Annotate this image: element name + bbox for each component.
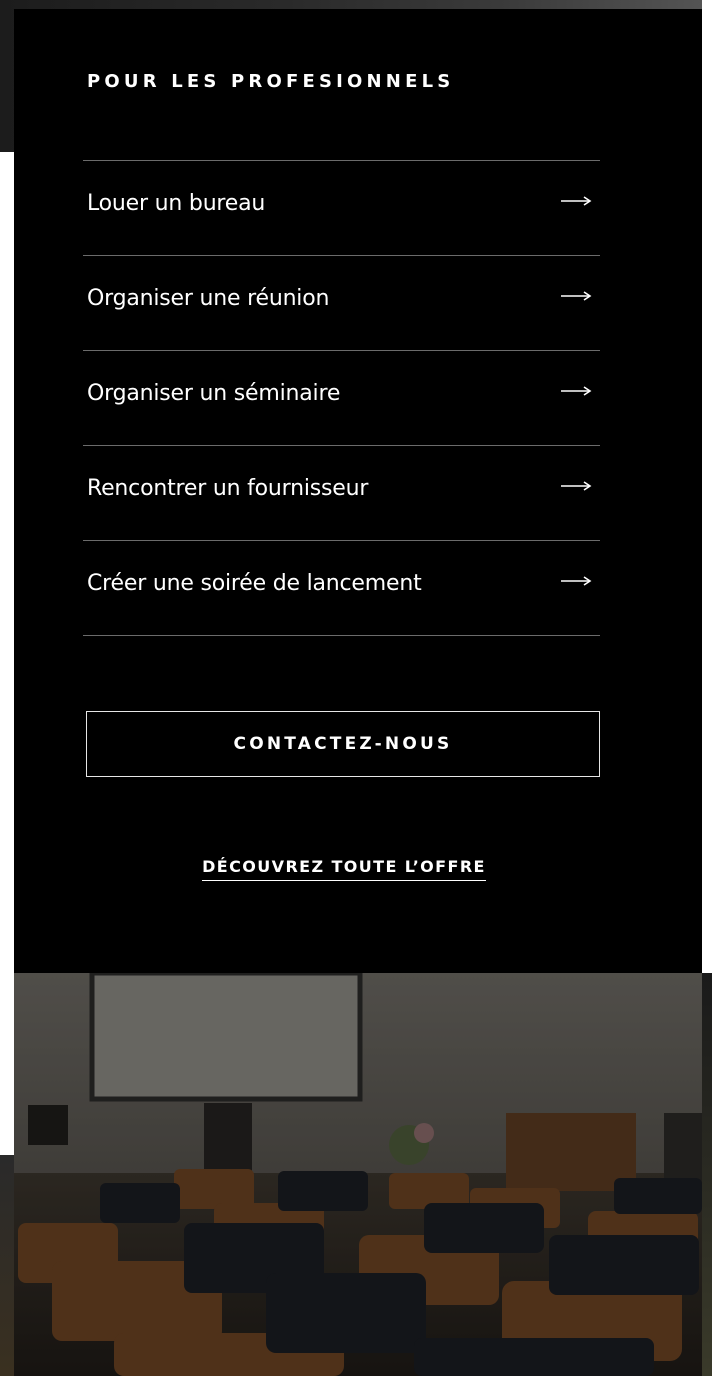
menu-item-soiree-lancement[interactable]: Créer une soirée de lancement (83, 541, 600, 636)
arrow-right-icon (561, 291, 592, 301)
menu-item-louer-bureau[interactable]: Louer un bureau (83, 161, 600, 256)
conference-room-illustration (14, 973, 702, 1376)
arrow-right-icon (561, 481, 592, 491)
menu-item-label: Organiser une réunion (87, 286, 330, 311)
arrow-right-icon (561, 196, 592, 206)
conference-room-photo (14, 973, 702, 1376)
section-title: POUR LES PROFESIONNELS (87, 71, 455, 92)
page: POUR LES PROFESIONNELS Louer un bureau O… (0, 0, 712, 1390)
services-menu: Louer un bureau Organiser une réunion Or… (83, 160, 600, 636)
page-bottom-margin (0, 1376, 712, 1390)
menu-item-organiser-seminaire[interactable]: Organiser un séminaire (83, 351, 600, 446)
professionals-card: POUR LES PROFESIONNELS Louer un bureau O… (14, 9, 702, 973)
menu-item-label: Organiser un séminaire (87, 381, 341, 406)
page-margin-right (702, 0, 712, 975)
arrow-right-icon (561, 576, 592, 586)
menu-item-label: Louer un bureau (87, 191, 266, 216)
background-image-edge (702, 973, 712, 1376)
menu-item-label: Rencontrer un fournisseur (87, 476, 369, 501)
menu-item-label: Créer une soirée de lancement (87, 571, 422, 596)
discover-offer-link[interactable]: DÉCOUVREZ TOUTE L’OFFRE (202, 857, 486, 881)
menu-item-organiser-reunion[interactable]: Organiser une réunion (83, 256, 600, 351)
background-image-edge (0, 1155, 14, 1376)
arrow-right-icon (561, 386, 592, 396)
menu-item-rencontrer-fournisseur[interactable]: Rencontrer un fournisseur (83, 446, 600, 541)
contact-button[interactable]: CONTACTEZ-NOUS (86, 711, 600, 777)
